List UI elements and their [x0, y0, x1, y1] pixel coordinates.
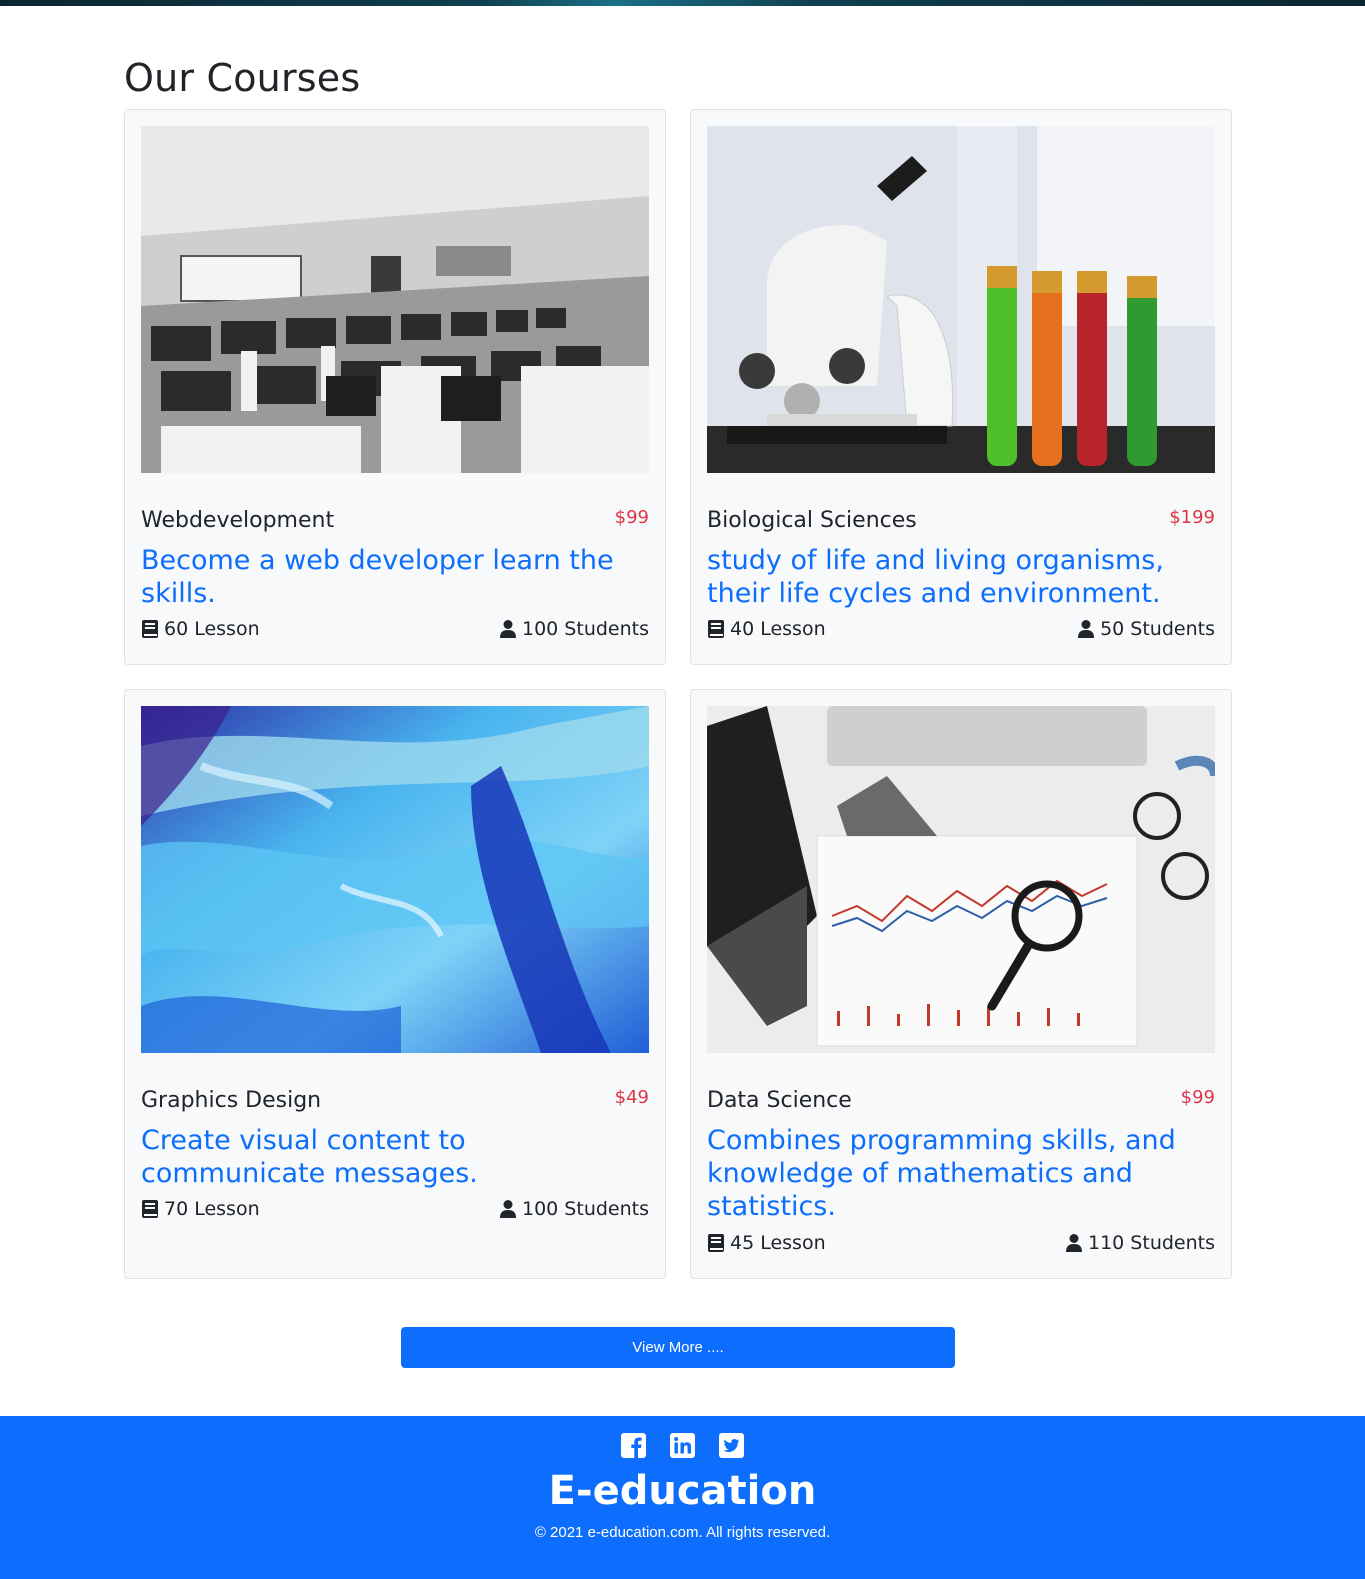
linkedin-icon[interactable]	[670, 1433, 695, 1458]
course-title: Graphics Design	[141, 1088, 322, 1113]
course-meta: 70 Lesson 100 Students	[141, 1198, 649, 1222]
course-title: Data Science	[707, 1088, 852, 1113]
course-title: Biological Sciences	[707, 508, 917, 533]
course-image-stock-chart	[707, 706, 1215, 1053]
course-image-blue-paint	[141, 706, 649, 1053]
student-count-label: 110 Students	[1088, 1232, 1215, 1254]
lesson-count: 60 Lesson	[141, 618, 260, 640]
twitter-icon[interactable]	[719, 1433, 744, 1458]
social-links	[0, 1433, 1365, 1458]
book-icon	[708, 1234, 724, 1252]
course-description-link[interactable]: Combines programming skills, and knowled…	[707, 1124, 1207, 1223]
view-more-button[interactable]: View More ....	[401, 1327, 955, 1368]
section-title: Our Courses	[124, 56, 361, 100]
book-icon	[142, 1200, 158, 1218]
lesson-count: 40 Lesson	[707, 618, 826, 640]
course-card-graphics-design[interactable]: Graphics Design $49 Create visual conten…	[124, 689, 666, 1279]
user-icon	[500, 620, 516, 638]
student-count: 50 Students	[1077, 618, 1215, 640]
user-icon	[1078, 620, 1095, 638]
footer-brand: E-education	[548, 1468, 817, 1514]
course-image-computer-lab	[141, 126, 649, 473]
course-price: $199	[1169, 507, 1215, 528]
student-count-label: 50 Students	[1100, 618, 1215, 640]
facebook-icon[interactable]	[621, 1433, 646, 1458]
student-count: 110 Students	[1065, 1232, 1215, 1254]
user-icon	[1066, 1234, 1082, 1252]
course-title: Webdevelopment	[141, 508, 335, 533]
student-count-label: 100 Students	[522, 1198, 649, 1220]
course-meta: 40 Lesson 50 Students	[707, 618, 1215, 642]
user-icon	[500, 1200, 516, 1218]
lesson-count-label: 60 Lesson	[164, 618, 260, 640]
course-price: $49	[614, 1087, 649, 1108]
course-price: $99	[614, 507, 649, 528]
student-count: 100 Students	[499, 618, 649, 640]
course-price: $99	[1180, 1087, 1215, 1108]
book-icon	[142, 620, 158, 638]
lesson-count: 45 Lesson	[707, 1232, 826, 1254]
site-footer: E-education © 2021 e-education.com. All …	[0, 1416, 1365, 1579]
course-card-data-science[interactable]: Data Science $99 Combines programming sk…	[690, 689, 1232, 1279]
top-banner-strip	[0, 0, 1365, 6]
course-meta: 45 Lesson 110 Students	[707, 1232, 1215, 1256]
course-description-link[interactable]: Create visual content to communicate mes…	[141, 1124, 641, 1190]
course-card-biological-sciences[interactable]: Biological Sciences $199 study of life a…	[690, 109, 1232, 665]
lesson-count-label: 70 Lesson	[164, 1198, 260, 1220]
student-count: 100 Students	[499, 1198, 649, 1220]
lesson-count-label: 45 Lesson	[730, 1232, 826, 1254]
course-card-webdevelopment[interactable]: Webdevelopment $99 Become a web develope…	[124, 109, 666, 665]
course-image-microscope	[707, 126, 1215, 473]
book-icon	[708, 620, 724, 638]
lesson-count: 70 Lesson	[141, 1198, 260, 1220]
footer-copyright: © 2021 e-education.com. All rights reser…	[534, 1524, 831, 1541]
course-meta: 60 Lesson 100 Students	[141, 618, 649, 642]
lesson-count-label: 40 Lesson	[730, 618, 826, 640]
course-description-link[interactable]: study of life and living organisms, thei…	[707, 544, 1207, 610]
course-description-link[interactable]: Become a web developer learn the skills.	[141, 544, 641, 610]
student-count-label: 100 Students	[522, 618, 649, 640]
